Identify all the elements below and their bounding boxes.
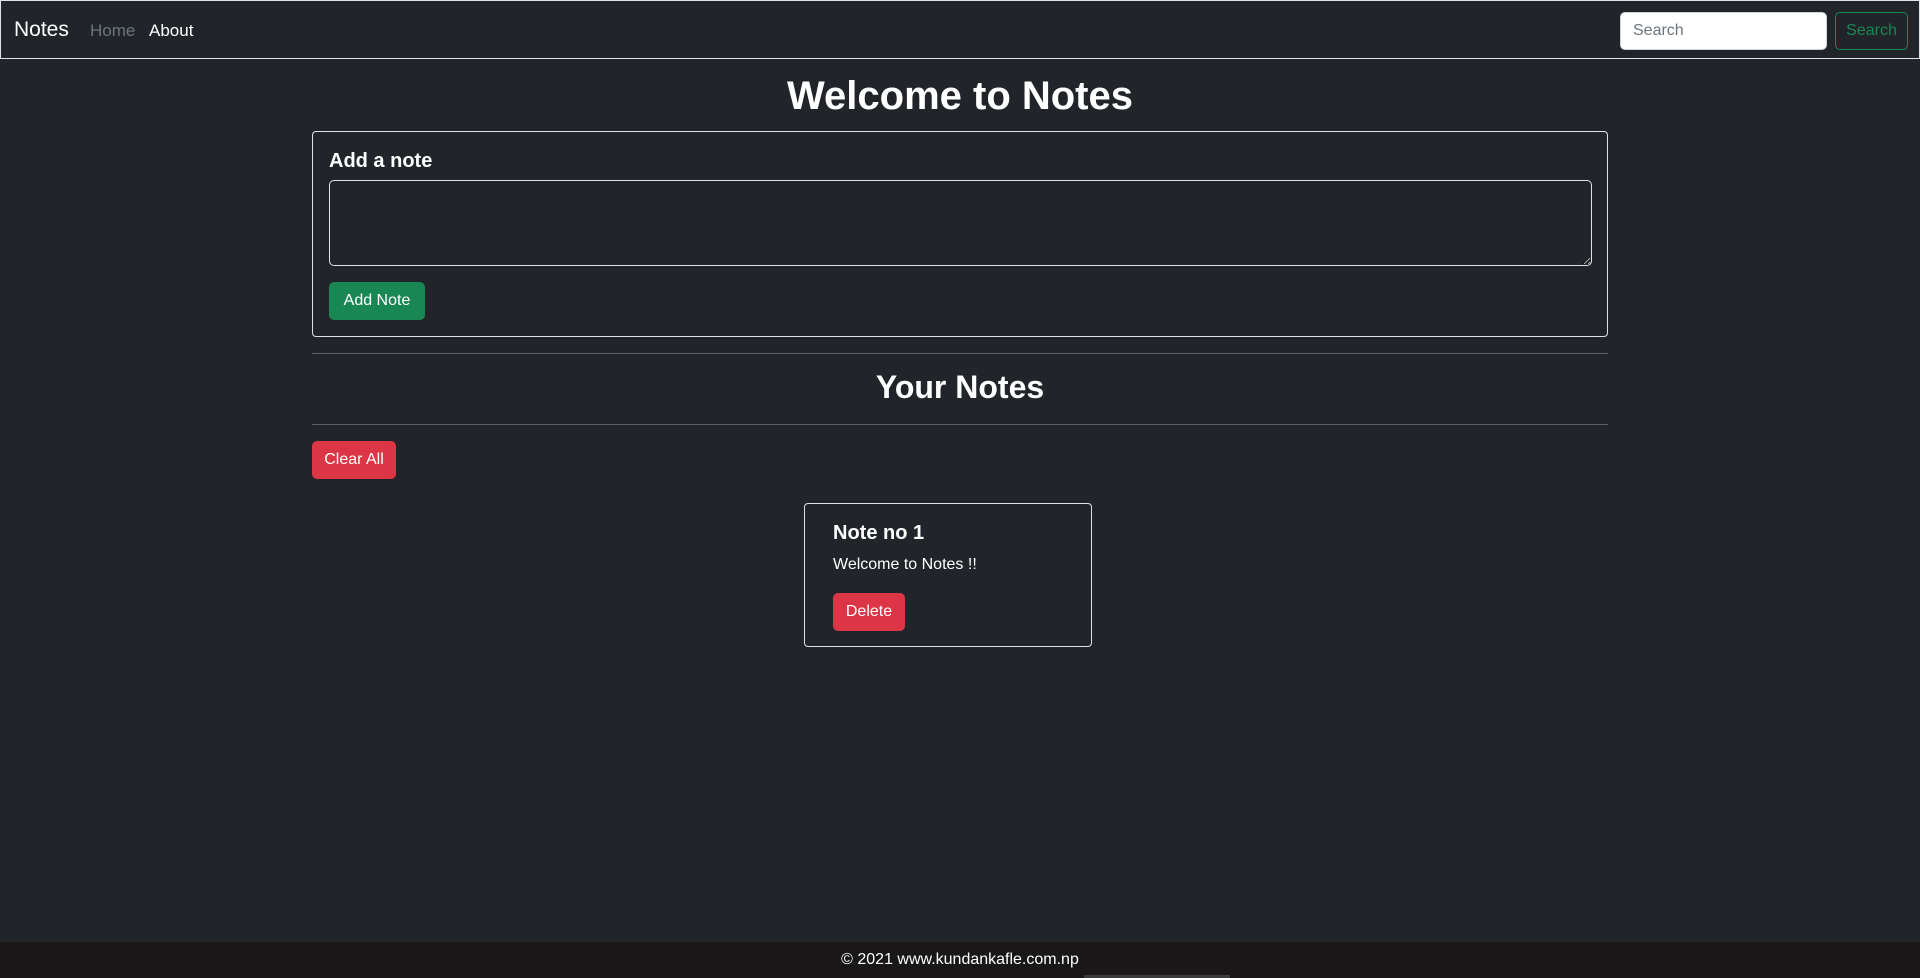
add-note-button[interactable]: Add Note (329, 282, 425, 320)
clear-all-button[interactable]: Clear All (312, 441, 396, 479)
add-note-card: Add a note Add Note (312, 131, 1608, 337)
footer: © 2021 www.kundankafle.com.np (0, 942, 1920, 978)
search-input[interactable] (1620, 12, 1827, 50)
delete-note-button[interactable]: Delete (833, 593, 905, 631)
search-button[interactable]: Search (1835, 12, 1908, 50)
nav-link-home[interactable]: Home (90, 21, 135, 41)
add-note-heading: Add a note (329, 150, 433, 172)
divider-bottom (312, 424, 1608, 425)
note-title: Note no 1 (833, 522, 925, 544)
note-card: Note no 1 Welcome to Notes !! Delete (804, 503, 1092, 647)
navbar-brand[interactable]: Notes (14, 18, 69, 42)
note-text: Welcome to Notes !! (833, 556, 977, 573)
nav-link-about[interactable]: About (149, 21, 193, 41)
divider-top (312, 353, 1608, 354)
page-title: Welcome to Notes (787, 74, 1133, 118)
your-notes-heading: Your Notes (875, 369, 1045, 405)
navbar: Notes Home About Search (0, 0, 1920, 59)
footer-text: © 2021 www.kundankafle.com.np (841, 951, 1079, 968)
note-textarea[interactable] (329, 180, 1592, 266)
